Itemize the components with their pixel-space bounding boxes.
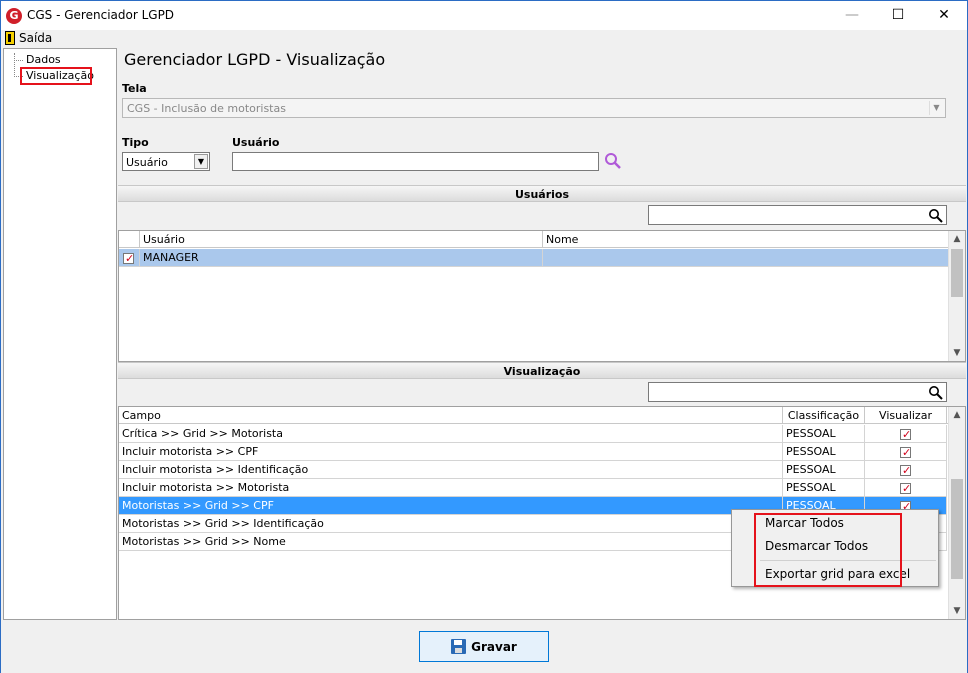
- scroll-up-icon[interactable]: ▲: [949, 231, 965, 247]
- tipo-label: Tipo: [122, 136, 149, 149]
- cell-campo: Motoristas >> Grid >> CPF: [119, 497, 783, 515]
- table-row[interactable]: Incluir motorista >> Motorista PESSOAL: [119, 479, 949, 497]
- close-button[interactable]: ✕: [921, 1, 967, 30]
- scroll-down-icon[interactable]: ▼: [949, 603, 965, 619]
- app-logo-icon: G: [6, 8, 22, 24]
- users-scrollbar[interactable]: ▲ ▼: [948, 231, 965, 361]
- tela-label: Tela: [122, 82, 147, 95]
- tree-item-dados[interactable]: Dados: [14, 53, 61, 66]
- cell-campo: Incluir motorista >> Motorista: [119, 479, 783, 497]
- users-grid-header: Usuário Nome: [119, 231, 949, 248]
- highlight-box: [754, 513, 902, 587]
- view-scrollbar[interactable]: ▲ ▼: [948, 407, 965, 619]
- save-button-label: Gravar: [471, 639, 517, 654]
- users-grid-header-check: [119, 231, 140, 248]
- users-col-nome[interactable]: Nome: [543, 231, 949, 248]
- cell-visualizar[interactable]: [865, 443, 947, 461]
- row-checkbox[interactable]: [123, 250, 134, 266]
- cell-campo: Motoristas >> Grid >> Nome: [119, 533, 783, 551]
- search-icon[interactable]: [928, 385, 943, 400]
- title-bar: G CGS - Gerenciador LGPD — ☐ ✕: [1, 1, 967, 30]
- table-row[interactable]: MANAGER: [119, 249, 949, 267]
- page-title: Gerenciador LGPD - Visualização: [124, 50, 386, 69]
- usuario-input[interactable]: [232, 152, 599, 171]
- users-filter-input[interactable]: [648, 205, 947, 225]
- maximize-button[interactable]: ☐: [875, 1, 921, 30]
- view-col-visualizar[interactable]: Visualizar: [865, 407, 947, 424]
- scroll-thumb[interactable]: [951, 479, 963, 579]
- search-icon[interactable]: [604, 152, 622, 170]
- users-section-header: Usuários: [118, 185, 966, 202]
- cell-visualizar[interactable]: [865, 425, 947, 443]
- scroll-up-icon[interactable]: ▲: [949, 407, 965, 423]
- table-row[interactable]: Incluir motorista >> CPF PESSOAL: [119, 443, 949, 461]
- visualizar-checkbox[interactable]: [900, 444, 911, 460]
- cell-visualizar[interactable]: [865, 461, 947, 479]
- cell-classificacao: PESSOAL: [783, 443, 865, 461]
- row-checkbox-cell[interactable]: [119, 249, 140, 267]
- minimize-button[interactable]: —: [829, 1, 875, 30]
- cell-visualizar[interactable]: [865, 479, 947, 497]
- chevron-down-icon[interactable]: ▼: [194, 154, 208, 169]
- usuario-label: Usuário: [232, 136, 280, 149]
- tipo-select-value: Usuário: [126, 156, 168, 169]
- cell-classificacao: PESSOAL: [783, 461, 865, 479]
- menu-exit[interactable]: Saída: [5, 31, 52, 45]
- exit-door-icon: [5, 31, 15, 45]
- tela-select-value: CGS - Inclusão de motoristas: [127, 102, 286, 115]
- tipo-select[interactable]: Usuário ▼: [122, 152, 210, 171]
- menu-bar: Saída: [1, 30, 967, 48]
- view-col-classificacao[interactable]: Classificação: [783, 407, 865, 424]
- cell-campo: Motoristas >> Grid >> Identificação: [119, 515, 783, 533]
- view-col-campo[interactable]: Campo: [119, 407, 783, 424]
- table-row[interactable]: Incluir motorista >> Identificação PESSO…: [119, 461, 949, 479]
- users-cell-usuario: MANAGER: [140, 249, 543, 267]
- view-grid-header: Campo Classificação Visualizar: [119, 407, 949, 424]
- cell-campo: Incluir motorista >> Identificação: [119, 461, 783, 479]
- visualizar-checkbox[interactable]: [900, 462, 911, 478]
- cell-campo: Incluir motorista >> CPF: [119, 443, 783, 461]
- view-filter-input[interactable]: [648, 382, 947, 402]
- save-button[interactable]: Gravar: [419, 631, 549, 662]
- scroll-thumb[interactable]: [951, 249, 963, 297]
- scroll-down-icon[interactable]: ▼: [949, 345, 965, 361]
- floppy-disk-icon: [451, 639, 467, 654]
- users-cell-nome: [543, 249, 949, 267]
- menu-exit-label: Saída: [19, 31, 53, 45]
- table-row[interactable]: Crítica >> Grid >> Motorista PESSOAL: [119, 425, 949, 443]
- window-title: CGS - Gerenciador LGPD: [27, 8, 175, 22]
- tela-select[interactable]: CGS - Inclusão de motoristas ▼: [122, 98, 946, 118]
- users-col-usuario[interactable]: Usuário: [140, 231, 543, 248]
- nav-tree: Dados Visualização: [3, 48, 117, 620]
- cell-classificacao: PESSOAL: [783, 425, 865, 443]
- cell-campo: Crítica >> Grid >> Motorista: [119, 425, 783, 443]
- context-menu: Marcar Todos Desmarcar Todos Exportar gr…: [731, 509, 939, 587]
- chevron-down-icon[interactable]: ▼: [929, 101, 943, 115]
- cell-classificacao: PESSOAL: [783, 479, 865, 497]
- users-grid: Usuário Nome MANAGER ▲ ▼: [118, 230, 966, 362]
- search-icon[interactable]: [928, 208, 943, 223]
- visualizar-checkbox[interactable]: [900, 480, 911, 496]
- view-section-header: Visualização: [118, 362, 966, 379]
- visualizar-checkbox[interactable]: [900, 426, 911, 442]
- highlight-box: [20, 67, 92, 85]
- app-window: G CGS - Gerenciador LGPD — ☐ ✕ Saída Dad…: [0, 0, 968, 673]
